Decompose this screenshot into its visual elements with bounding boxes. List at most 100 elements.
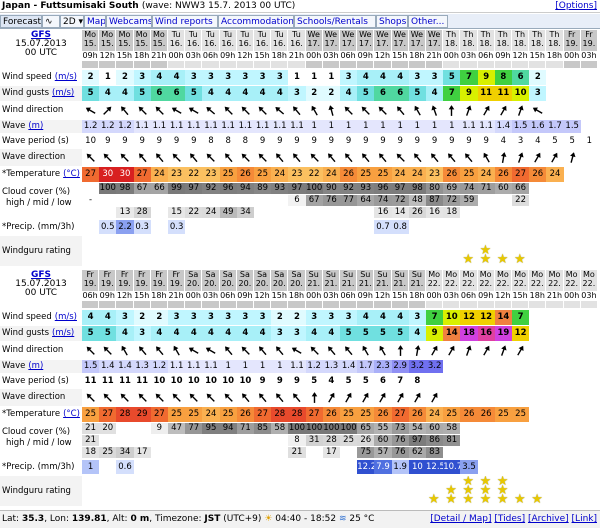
cloud-low-cell	[151, 447, 168, 458]
precip-cell: 0.3	[133, 220, 151, 234]
cloud-low-cell: 13	[116, 207, 134, 218]
wind-speed-cell: 1	[305, 70, 323, 85]
direction-arrow-icon	[409, 342, 426, 359]
cloud-high-cell	[581, 183, 598, 194]
tab-4[interactable]: Webcams	[106, 15, 152, 28]
wave-period-cell	[495, 374, 512, 388]
hour-label: 15h	[116, 51, 133, 61]
direction-arrow-icon	[426, 102, 443, 119]
hour-label: 18h	[271, 51, 288, 61]
cloud-mid-cell: 74	[374, 195, 392, 206]
tab-8[interactable]: Shops	[376, 15, 408, 28]
cloud-mid-cell	[495, 195, 512, 206]
tab-2[interactable]: 2D ▾	[60, 15, 84, 28]
wave-cell: 1.1	[185, 120, 203, 133]
precip-cell: 10.7	[443, 460, 461, 474]
cloud-mid-cell: 21	[82, 435, 100, 446]
tab-1[interactable]: ∿	[42, 15, 60, 28]
precip-cell: 10	[408, 460, 426, 474]
cloud-high-cell: 99	[168, 183, 186, 194]
cloud-mid-cell	[202, 195, 219, 206]
label-text: Wind direction	[2, 105, 64, 115]
wave-cell: 1.1	[150, 120, 168, 133]
wind-gusts-cell	[564, 86, 581, 101]
options-link[interactable]: [Options]	[555, 1, 597, 11]
wind-speed-cell	[564, 310, 581, 325]
link-link[interactable]: [Link]	[572, 514, 597, 524]
wind-speed-cell: 5	[443, 70, 461, 85]
date-label: 16.	[238, 38, 252, 48]
rating-stars: ★	[529, 476, 546, 506]
unit-link[interactable]: (m/s)	[52, 88, 74, 98]
precip-cell	[151, 460, 168, 474]
date-cell: Mo 22. 00h	[563, 270, 581, 308]
wind-gusts-cell	[546, 86, 563, 101]
wind-gusts-cell: 4	[254, 86, 272, 101]
direction-arrow-icon	[392, 102, 409, 119]
tab-3[interactable]: Map	[84, 15, 106, 28]
star-icon: ★	[462, 252, 475, 266]
wind-speed-cell: 3	[219, 310, 237, 325]
hour-label: 06h	[82, 291, 99, 301]
temperature-cell: 26	[236, 407, 254, 422]
unit-link[interactable]: (m/s)	[55, 312, 77, 322]
wind-speed-cell	[529, 310, 546, 325]
cloud-high-cell	[529, 183, 546, 194]
cloud-high-cell: 66	[150, 183, 168, 194]
unit-link[interactable]: (m)	[28, 361, 43, 371]
cloud-mid-cell	[271, 195, 288, 206]
cloud-low-cell	[271, 447, 288, 458]
wind-gusts-cell: 11	[494, 86, 512, 101]
wind-speed-cell: 4	[168, 70, 186, 85]
cloud-mid-cell: 6	[288, 195, 306, 206]
archive-link[interactable]: [Archive]	[528, 514, 569, 524]
cloud-high-cell: 96	[374, 183, 392, 194]
direction-arrow-icon	[99, 149, 116, 166]
direction-arrow-icon	[512, 102, 529, 119]
wave-period-cell: 9	[363, 136, 369, 146]
wave-cell: 3.2	[408, 360, 426, 373]
cloud-high-cell: 9	[150, 423, 168, 434]
wave-cell: 1.4	[116, 360, 134, 373]
cloud-high-cell	[512, 423, 529, 434]
wave-period-cell: 5	[345, 376, 352, 386]
wave-cell	[443, 360, 460, 373]
cloud-high-cell: 69	[443, 183, 461, 194]
unit-link[interactable]: (°C)	[63, 409, 80, 419]
temperature-cell: 24	[408, 167, 426, 182]
wave-cell: 1	[391, 120, 409, 133]
wave-period-cell: 7	[397, 376, 404, 386]
tab-7[interactable]: Schools/Rentals	[294, 15, 376, 28]
direction-arrow-icon	[409, 389, 426, 406]
tab-9[interactable]: Other...	[408, 15, 448, 28]
date-label: 16.	[204, 38, 217, 48]
unit-link[interactable]: (m/s)	[55, 72, 77, 82]
wave-cell: 1	[443, 120, 461, 133]
direction-arrow-icon	[460, 102, 477, 119]
tides-link[interactable]: [Tides]	[494, 514, 525, 524]
hour-label: 09h	[236, 291, 253, 301]
cloud-mid-cell: 25	[340, 435, 358, 446]
temperature-cell: 23	[202, 167, 220, 182]
hour-label: 03h	[443, 291, 460, 301]
wave-period-cell	[478, 374, 495, 388]
wind-gusts-cell: 4	[202, 326, 220, 341]
date-cell: Mo 22. 12h	[494, 270, 512, 308]
detail-map-link[interactable]: [Detail / Map]	[430, 514, 491, 524]
precip-cell	[512, 220, 529, 234]
tab-5[interactable]: Wind reports	[152, 15, 218, 28]
date-label: 17.	[324, 38, 338, 48]
unit-link[interactable]: (m/s)	[52, 328, 74, 338]
wave-cell	[546, 360, 563, 373]
wind-speed-cell: 3	[133, 70, 151, 85]
unit-link[interactable]: (m)	[28, 121, 43, 131]
cloud-high-cell: 97	[288, 183, 306, 194]
wind-speed-cell: 3	[322, 310, 340, 325]
direction-arrow-icon	[202, 149, 219, 166]
lat-label: Lat:	[2, 514, 20, 524]
direction-arrow-icon	[478, 102, 495, 119]
tab-6[interactable]: Accommodation	[218, 15, 294, 28]
tab-0[interactable]: Forecast	[0, 15, 42, 28]
cloud-mid-cell: 87	[426, 195, 444, 206]
unit-link[interactable]: (°C)	[63, 169, 80, 179]
